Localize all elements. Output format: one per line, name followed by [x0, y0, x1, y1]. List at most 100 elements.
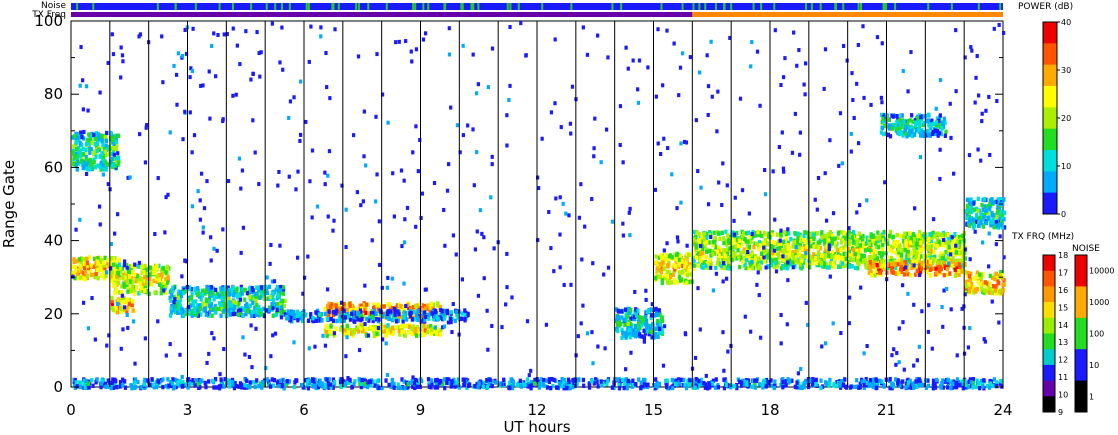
heatmap-cell [147, 291, 151, 297]
heatmap-cell [797, 251, 801, 257]
heatmap-cell [899, 113, 903, 118]
heatmap-cell [403, 385, 407, 391]
heatmap-cell [909, 235, 913, 241]
heatmap-cell [323, 311, 327, 317]
heatmap-cell [946, 377, 950, 383]
heatmap-cell [624, 330, 628, 336]
heatmap-cell [93, 165, 98, 170]
heatmap-cell [404, 317, 409, 322]
heatmap-cell [222, 308, 226, 313]
noise-speckle [280, 3, 283, 10]
noise-speckle [265, 3, 268, 10]
heatmap-cell [139, 384, 143, 390]
heatmap-cell [208, 299, 212, 305]
heatmap-cell [896, 247, 900, 252]
heatmap-cell [181, 383, 185, 389]
heatmap-cell [995, 383, 999, 389]
heatmap-cell [722, 240, 726, 246]
heatmap-cell [931, 378, 936, 384]
heatmap-cell [664, 378, 668, 384]
heatmap-cell [953, 262, 957, 267]
heatmap-cell [960, 233, 965, 238]
heatmap-cell [711, 239, 715, 245]
heatmap-cell [694, 245, 699, 250]
heatmap-cell [463, 312, 467, 318]
heatmap-cell [442, 316, 446, 321]
heatmap-cell [104, 160, 108, 165]
heatmap-cell [606, 378, 610, 384]
heatmap-cell [385, 328, 389, 334]
heatmap-cell [203, 380, 207, 386]
heatmap-cell [81, 151, 85, 157]
heatmap-cell [350, 385, 354, 390]
heatmap-cell [793, 231, 797, 236]
heatmap-cell [820, 253, 824, 258]
heatmap-cell [781, 379, 785, 385]
heatmap-cell [430, 327, 434, 332]
heatmap-cell [72, 161, 76, 167]
heatmap-cell [707, 381, 711, 386]
heatmap-cell [518, 378, 522, 384]
heatmap-cell [752, 244, 756, 250]
heatmap-cell [251, 309, 255, 315]
heatmap-cell [857, 385, 861, 390]
heatmap-cell [942, 272, 946, 278]
heatmap-cell [399, 385, 403, 391]
heatmap-cell [855, 378, 859, 383]
heatmap-cell [917, 377, 921, 382]
heatmap-cell [461, 377, 465, 382]
heatmap-cell [708, 258, 712, 263]
noise-speckle [422, 3, 425, 10]
heatmap-cell [466, 311, 470, 317]
heatmap-cell [685, 273, 690, 278]
heatmap-cell [424, 306, 428, 311]
heatmap-cell [654, 306, 658, 312]
heatmap-cell [324, 329, 329, 335]
heatmap-cell [399, 324, 404, 329]
heatmap-cell [508, 385, 512, 391]
noise-strip-bar [71, 3, 1003, 10]
heatmap-cell [275, 307, 279, 313]
heatmap-cell [654, 254, 658, 259]
heatmap-cell [862, 383, 866, 388]
heatmap-cell [820, 234, 824, 240]
heatmap-cell [901, 379, 905, 384]
heatmap-cell [348, 304, 352, 309]
heatmap-cell [931, 386, 935, 391]
heatmap-cell [875, 235, 879, 240]
heatmap-cell [557, 381, 562, 386]
heatmap-cell [78, 264, 82, 269]
heatmap-cell [201, 288, 205, 293]
heatmap-cell [726, 233, 730, 238]
heatmap-cell [219, 302, 223, 308]
heatmap-cell [888, 376, 892, 382]
heatmap-cell [325, 316, 330, 322]
heatmap-cell [839, 240, 844, 245]
heatmap-cell [867, 264, 871, 269]
heatmap-cell [986, 215, 990, 221]
heatmap-cell [704, 254, 708, 260]
heatmap-cell [271, 383, 276, 388]
heatmap-cell [834, 383, 838, 389]
heatmap-cell [552, 377, 556, 383]
heatmap-cell [581, 377, 586, 383]
heatmap-cell [455, 380, 459, 385]
heatmap-cell [251, 300, 255, 306]
heatmap-cell [620, 315, 624, 320]
heatmap-cell [329, 382, 333, 387]
heatmap-cell [958, 239, 962, 245]
heatmap-cell [220, 296, 224, 301]
heatmap-cell [309, 312, 313, 317]
heatmap-cell [98, 153, 103, 159]
heatmap-cell [887, 123, 891, 128]
heatmap-cell [681, 269, 685, 274]
noise-speckle [337, 3, 340, 10]
heatmap-cell [386, 323, 390, 328]
heatmap-cell [416, 315, 420, 321]
heatmap-cell [831, 254, 835, 260]
heatmap-cell [904, 131, 908, 136]
heatmap-cell [795, 239, 800, 245]
heatmap-cell [984, 208, 988, 213]
heatmap-cell [306, 386, 310, 391]
noise-speckle [714, 3, 717, 10]
